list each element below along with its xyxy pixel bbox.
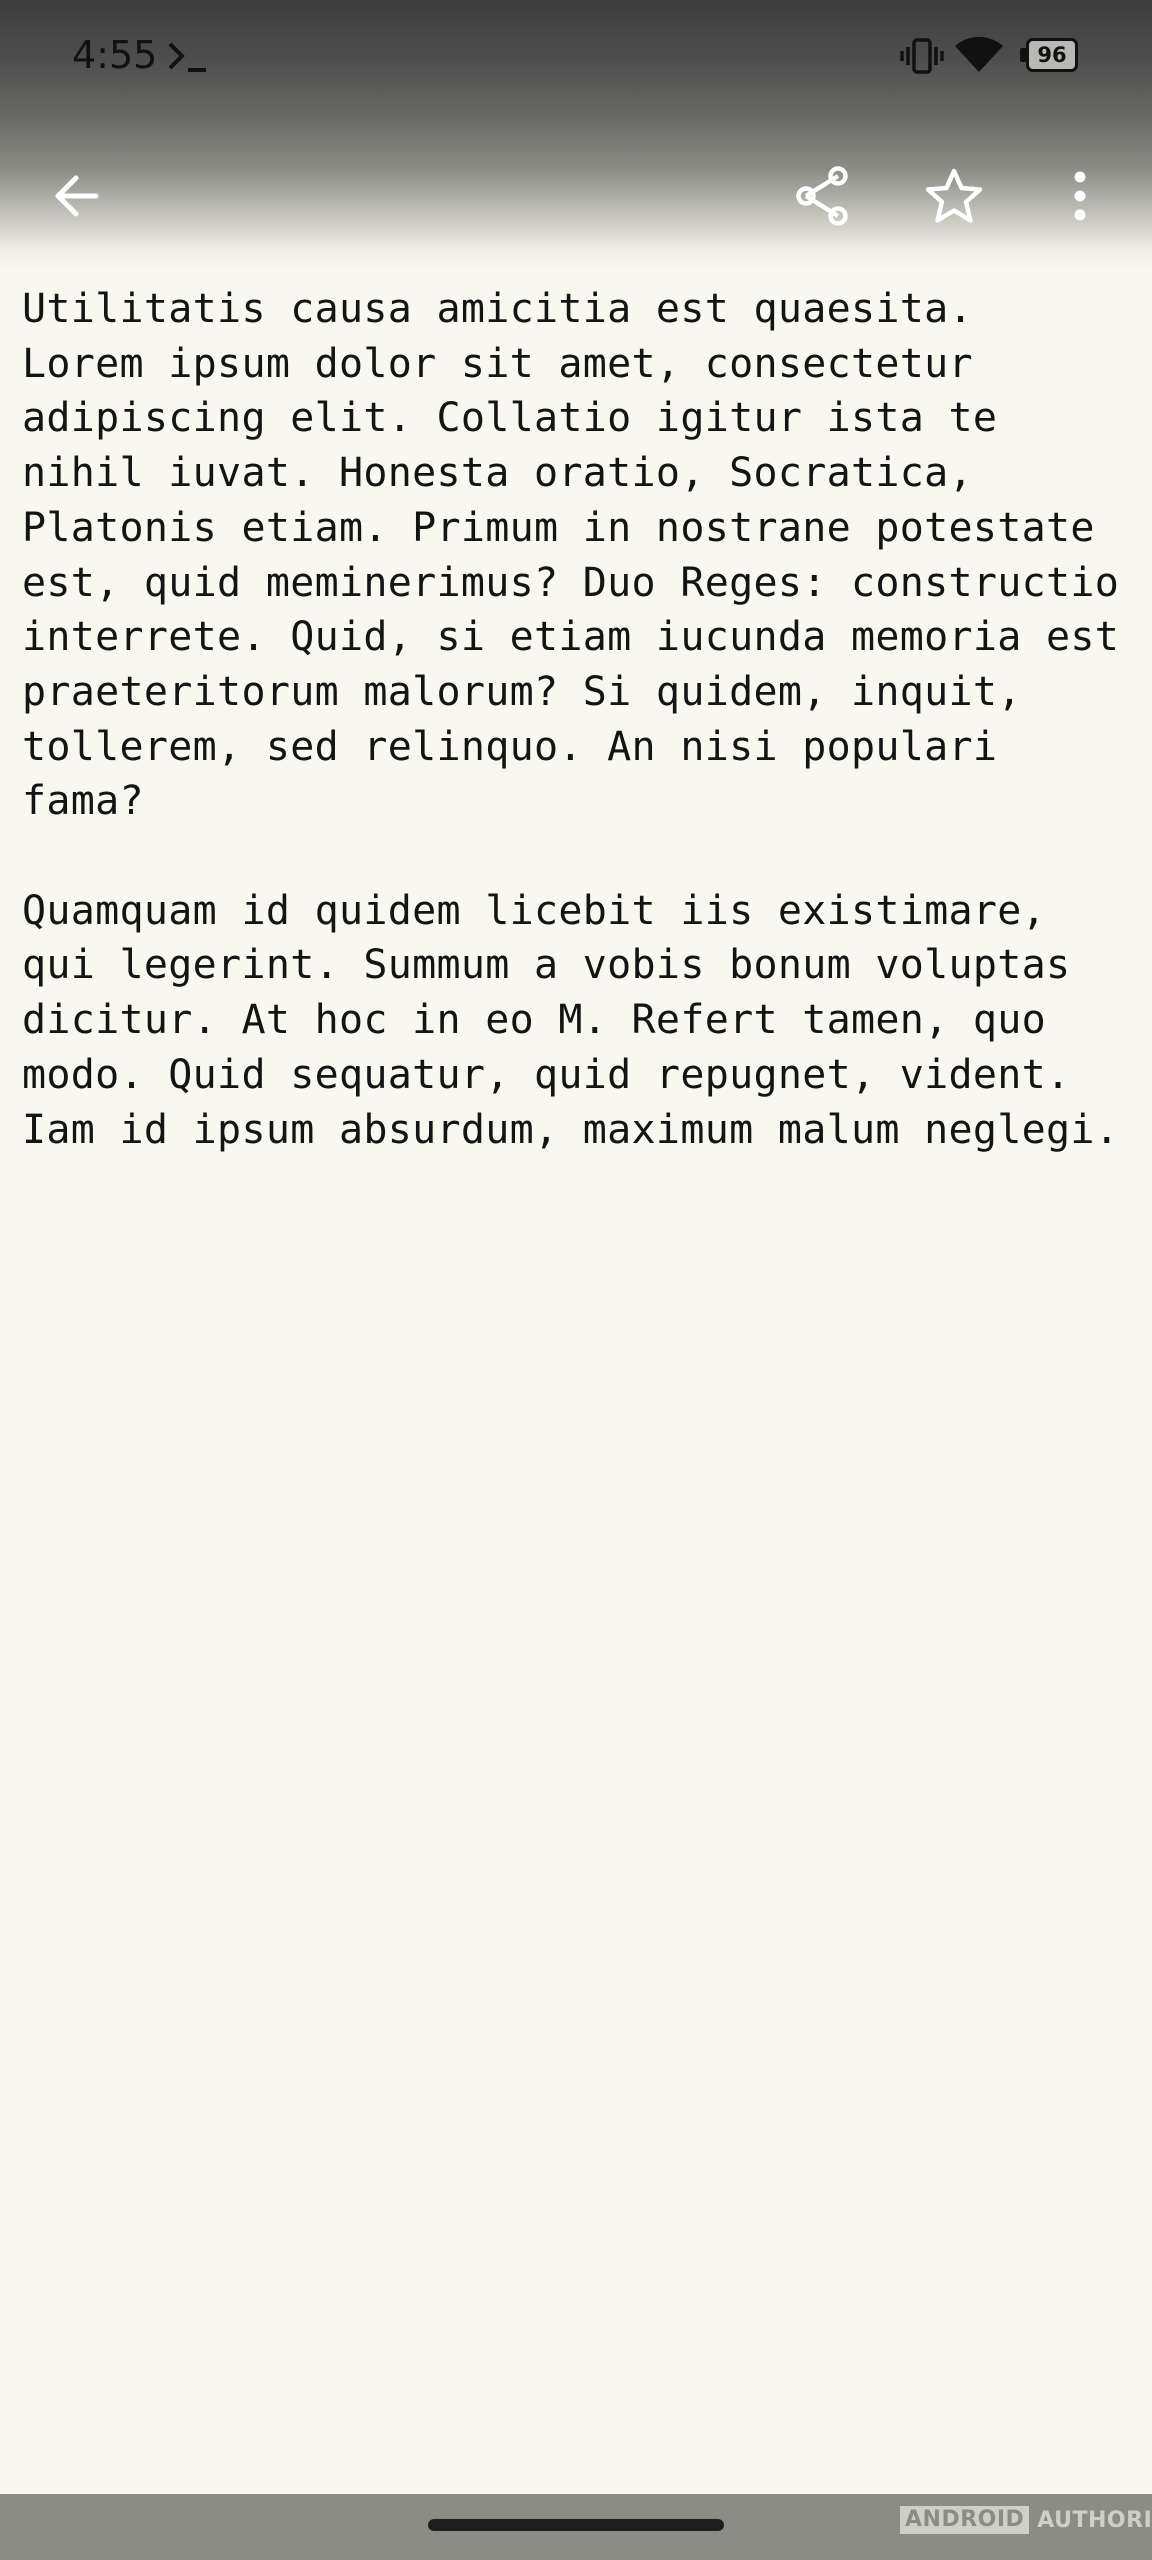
share-icon <box>796 166 848 226</box>
home-gesture-handle[interactable] <box>428 2519 724 2531</box>
document-content: Utilitatis causa amicitia est quaesita. … <box>0 282 1152 1157</box>
more-vert-icon <box>1074 171 1086 221</box>
more-options-button[interactable] <box>1024 140 1136 252</box>
paragraph-2: Quamquam id quidem licebit iis existimar… <box>22 887 1120 1153</box>
terminal-icon <box>168 42 206 72</box>
star-outline-icon <box>925 168 983 223</box>
watermark-part1: ANDROID <box>900 2506 1030 2534</box>
battery-level: 96 <box>1037 43 1067 67</box>
watermark-part2: AUTHORITY <box>1037 2507 1152 2533</box>
wifi-icon <box>955 36 1003 72</box>
share-button[interactable] <box>766 140 878 252</box>
status-time: 4:55 <box>72 33 158 77</box>
app-bar <box>0 140 1152 252</box>
battery-icon: 96 <box>1020 38 1080 72</box>
watermark: ANDROID AUTHORITY <box>900 2506 1152 2534</box>
arrow-left-icon <box>55 175 99 217</box>
paragraph-1: Utilitatis causa amicitia est quaesita. … <box>22 286 1120 825</box>
back-button[interactable] <box>20 140 132 252</box>
favorite-button[interactable] <box>898 140 1010 252</box>
vibrate-icon <box>900 38 944 74</box>
status-bar: 4:55 96 <box>0 0 1152 112</box>
